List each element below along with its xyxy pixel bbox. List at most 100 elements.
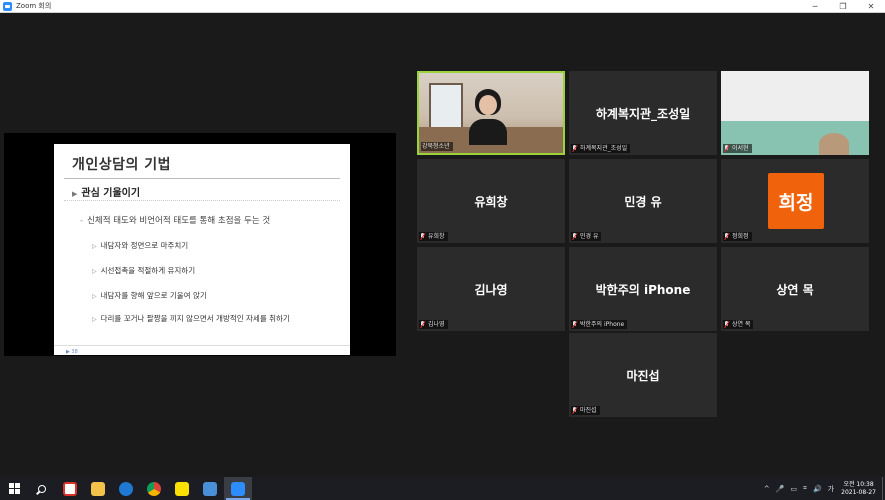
zoom-logo-icon xyxy=(3,1,12,11)
meeting-stage: 개인상담의 기법 ▶ 관심 기울이기 - 신체적 태도와 비언어적 태도를 통해 초… xyxy=(0,13,885,477)
participant-tile[interactable]: 희정 정희정 xyxy=(721,159,869,243)
edge-icon xyxy=(119,481,133,496)
subpoint-bullet-icon: ▷ xyxy=(92,293,97,300)
slide-page-number: ▶ 38 xyxy=(66,349,78,355)
participant-display-name: 마진섭 xyxy=(626,369,660,383)
participant-tile[interactable]: 이서현 xyxy=(721,71,869,155)
minimize-button[interactable]: ─ xyxy=(801,0,829,13)
slide-point: - 신체적 태도와 비언어적 태도를 통해 초점을 두는 것 xyxy=(80,214,270,226)
ime-icon[interactable]: 가 xyxy=(828,484,834,494)
slide-heading: ▶ 관심 기울이기 xyxy=(72,184,140,199)
participant-tile[interactable]: 민경 유 민경 유 xyxy=(569,159,717,243)
chrome-remote-icon xyxy=(63,481,77,496)
participant-display-name: 상연 목 xyxy=(776,283,814,297)
windows-taskbar: ^ 🎤 ▭ ⌗ 🔊 가 오전 10:38 2021-08-27 xyxy=(0,477,885,500)
participant-name: 상연 목 xyxy=(732,321,751,328)
point-dash: - xyxy=(80,216,84,226)
participant-name: 민경 유 xyxy=(580,233,599,240)
slide-point-text: 신체적 태도와 비언어적 태도를 통해 초점을 두는 것 xyxy=(87,216,271,226)
maximize-button[interactable]: ❐ xyxy=(829,0,857,13)
windows-logo-icon xyxy=(8,483,20,494)
muted-mic-icon xyxy=(572,233,577,240)
taskbar-app-active[interactable] xyxy=(224,477,252,500)
participant-avatar: 희정 xyxy=(768,173,824,229)
subpoint-bullet-icon: ▷ xyxy=(92,243,97,250)
muted-mic-icon xyxy=(420,321,425,328)
participant-tile[interactable]: 박한주의 iPhone 박한주의 iPhone xyxy=(569,247,717,331)
muted-mic-icon xyxy=(724,321,729,328)
taskbar-app[interactable] xyxy=(140,477,168,500)
participant-tile[interactable]: 강북청소년 xyxy=(417,71,565,155)
kakaotalk-icon xyxy=(175,481,189,496)
participant-tile[interactable]: 유희창 유희창 xyxy=(417,159,565,243)
participant-video xyxy=(419,73,563,153)
muted-mic-icon xyxy=(572,407,577,414)
participant-tile[interactable]: 하계복지관_조성일 하계복지관_조성일 xyxy=(569,71,717,155)
participant-name-label: 김나영 xyxy=(419,320,448,329)
participant-name: 김나영 xyxy=(428,321,445,328)
participant-tile[interactable]: 상연 목 상연 목 xyxy=(721,247,869,331)
slide-heading-text: 관심 기울이기 xyxy=(81,188,141,199)
participant-tile[interactable]: 마진섭 마진섭 xyxy=(569,333,717,417)
window-controls: ─ ❐ ✕ xyxy=(801,0,885,13)
participant-name: 이서현 xyxy=(732,145,749,152)
network-icon[interactable]: ⌗ xyxy=(803,484,807,493)
participant-name: 마진섭 xyxy=(580,407,597,414)
slide-dotted-divider xyxy=(64,200,340,201)
chrome-icon xyxy=(147,481,161,496)
slide-footer-line xyxy=(54,345,350,346)
participant-name: 강북청소년 xyxy=(422,143,450,150)
participant-name-label: 민경 유 xyxy=(571,232,602,241)
slide-subpoint-text: 내담자를 향해 앞으로 기울여 앉기 xyxy=(100,291,207,300)
screen-share-view[interactable]: 개인상담의 기법 ▶ 관심 기울이기 - 신체적 태도와 비언어적 태도를 통해 초… xyxy=(4,133,396,356)
volume-icon[interactable]: 🔊 xyxy=(813,485,822,493)
participant-display-name: 김나영 xyxy=(474,283,508,297)
battery-icon[interactable]: ▭ xyxy=(790,485,797,493)
slide-subpoint-text: 시선접촉을 적절하게 유지하기 xyxy=(100,266,196,275)
participant-name: 정희정 xyxy=(732,233,749,240)
subpoint-bullet-icon: ▷ xyxy=(92,316,97,323)
participant-name-label: 유희창 xyxy=(419,232,448,241)
slide-subpoint: ▷ 시선접촉을 적절하게 유지하기 xyxy=(92,265,195,276)
participant-name: 유희창 xyxy=(428,233,445,240)
muted-mic-icon xyxy=(724,233,729,240)
slide-subpoint-text: 다리를 꼬거나 팔짱을 끼지 않으면서 개방적인 자세를 취하기 xyxy=(100,314,290,323)
shared-slide: 개인상담의 기법 ▶ 관심 기울이기 - 신체적 태도와 비언어적 태도를 통해 초… xyxy=(54,144,350,355)
participant-tile[interactable]: 김나영 김나영 xyxy=(417,247,565,331)
taskbar-clock[interactable]: 오전 10:38 2021-08-27 xyxy=(841,481,876,497)
window-titlebar: Zoom 회의 ─ ❐ ✕ xyxy=(0,0,885,13)
zoom-icon xyxy=(231,481,245,496)
close-button[interactable]: ✕ xyxy=(857,0,885,13)
file-explorer-icon xyxy=(91,481,105,496)
clock-time: 오전 10:38 xyxy=(843,480,874,488)
slide-subpoint: ▷ 내담자와 정면으로 마주치기 xyxy=(92,240,188,251)
muted-mic-icon xyxy=(572,145,577,152)
slide-title-divider xyxy=(64,178,340,179)
participant-name-label: 정희정 xyxy=(723,232,752,241)
taskbar-app[interactable] xyxy=(112,477,140,500)
muted-mic-icon xyxy=(572,321,577,328)
subpoint-bullet-icon: ▷ xyxy=(92,268,97,275)
participant-name-label: 강북청소년 xyxy=(421,142,453,151)
start-button[interactable] xyxy=(0,477,28,500)
slide-subpoint: ▷ 내담자를 향해 앞으로 기울여 앉기 xyxy=(92,290,207,301)
search-icon xyxy=(38,484,46,493)
tray-overflow-icon[interactable]: ^ xyxy=(764,485,770,493)
participant-display-name: 하계복지관_조성일 xyxy=(595,107,691,121)
clock-date: 2021-08-27 xyxy=(841,488,876,496)
heading-bullet-icon: ▶ xyxy=(72,190,78,198)
office-icon xyxy=(203,481,217,496)
participant-video xyxy=(721,71,869,155)
system-tray: ^ 🎤 ▭ ⌗ 🔊 가 오전 10:38 2021-08-27 xyxy=(761,477,885,500)
taskbar-app[interactable] xyxy=(56,477,84,500)
taskbar-app[interactable] xyxy=(196,477,224,500)
window-title: Zoom 회의 xyxy=(16,2,52,10)
taskbar-app[interactable] xyxy=(168,477,196,500)
participant-name-label: 이서현 xyxy=(723,144,752,153)
taskbar-search-button[interactable] xyxy=(28,477,56,500)
microphone-icon[interactable]: 🎤 xyxy=(776,485,785,493)
participant-name: 하계복지관_조성일 xyxy=(580,145,628,152)
muted-mic-icon xyxy=(724,145,729,152)
taskbar-app[interactable] xyxy=(84,477,112,500)
participant-display-name: 민경 유 xyxy=(624,195,662,209)
